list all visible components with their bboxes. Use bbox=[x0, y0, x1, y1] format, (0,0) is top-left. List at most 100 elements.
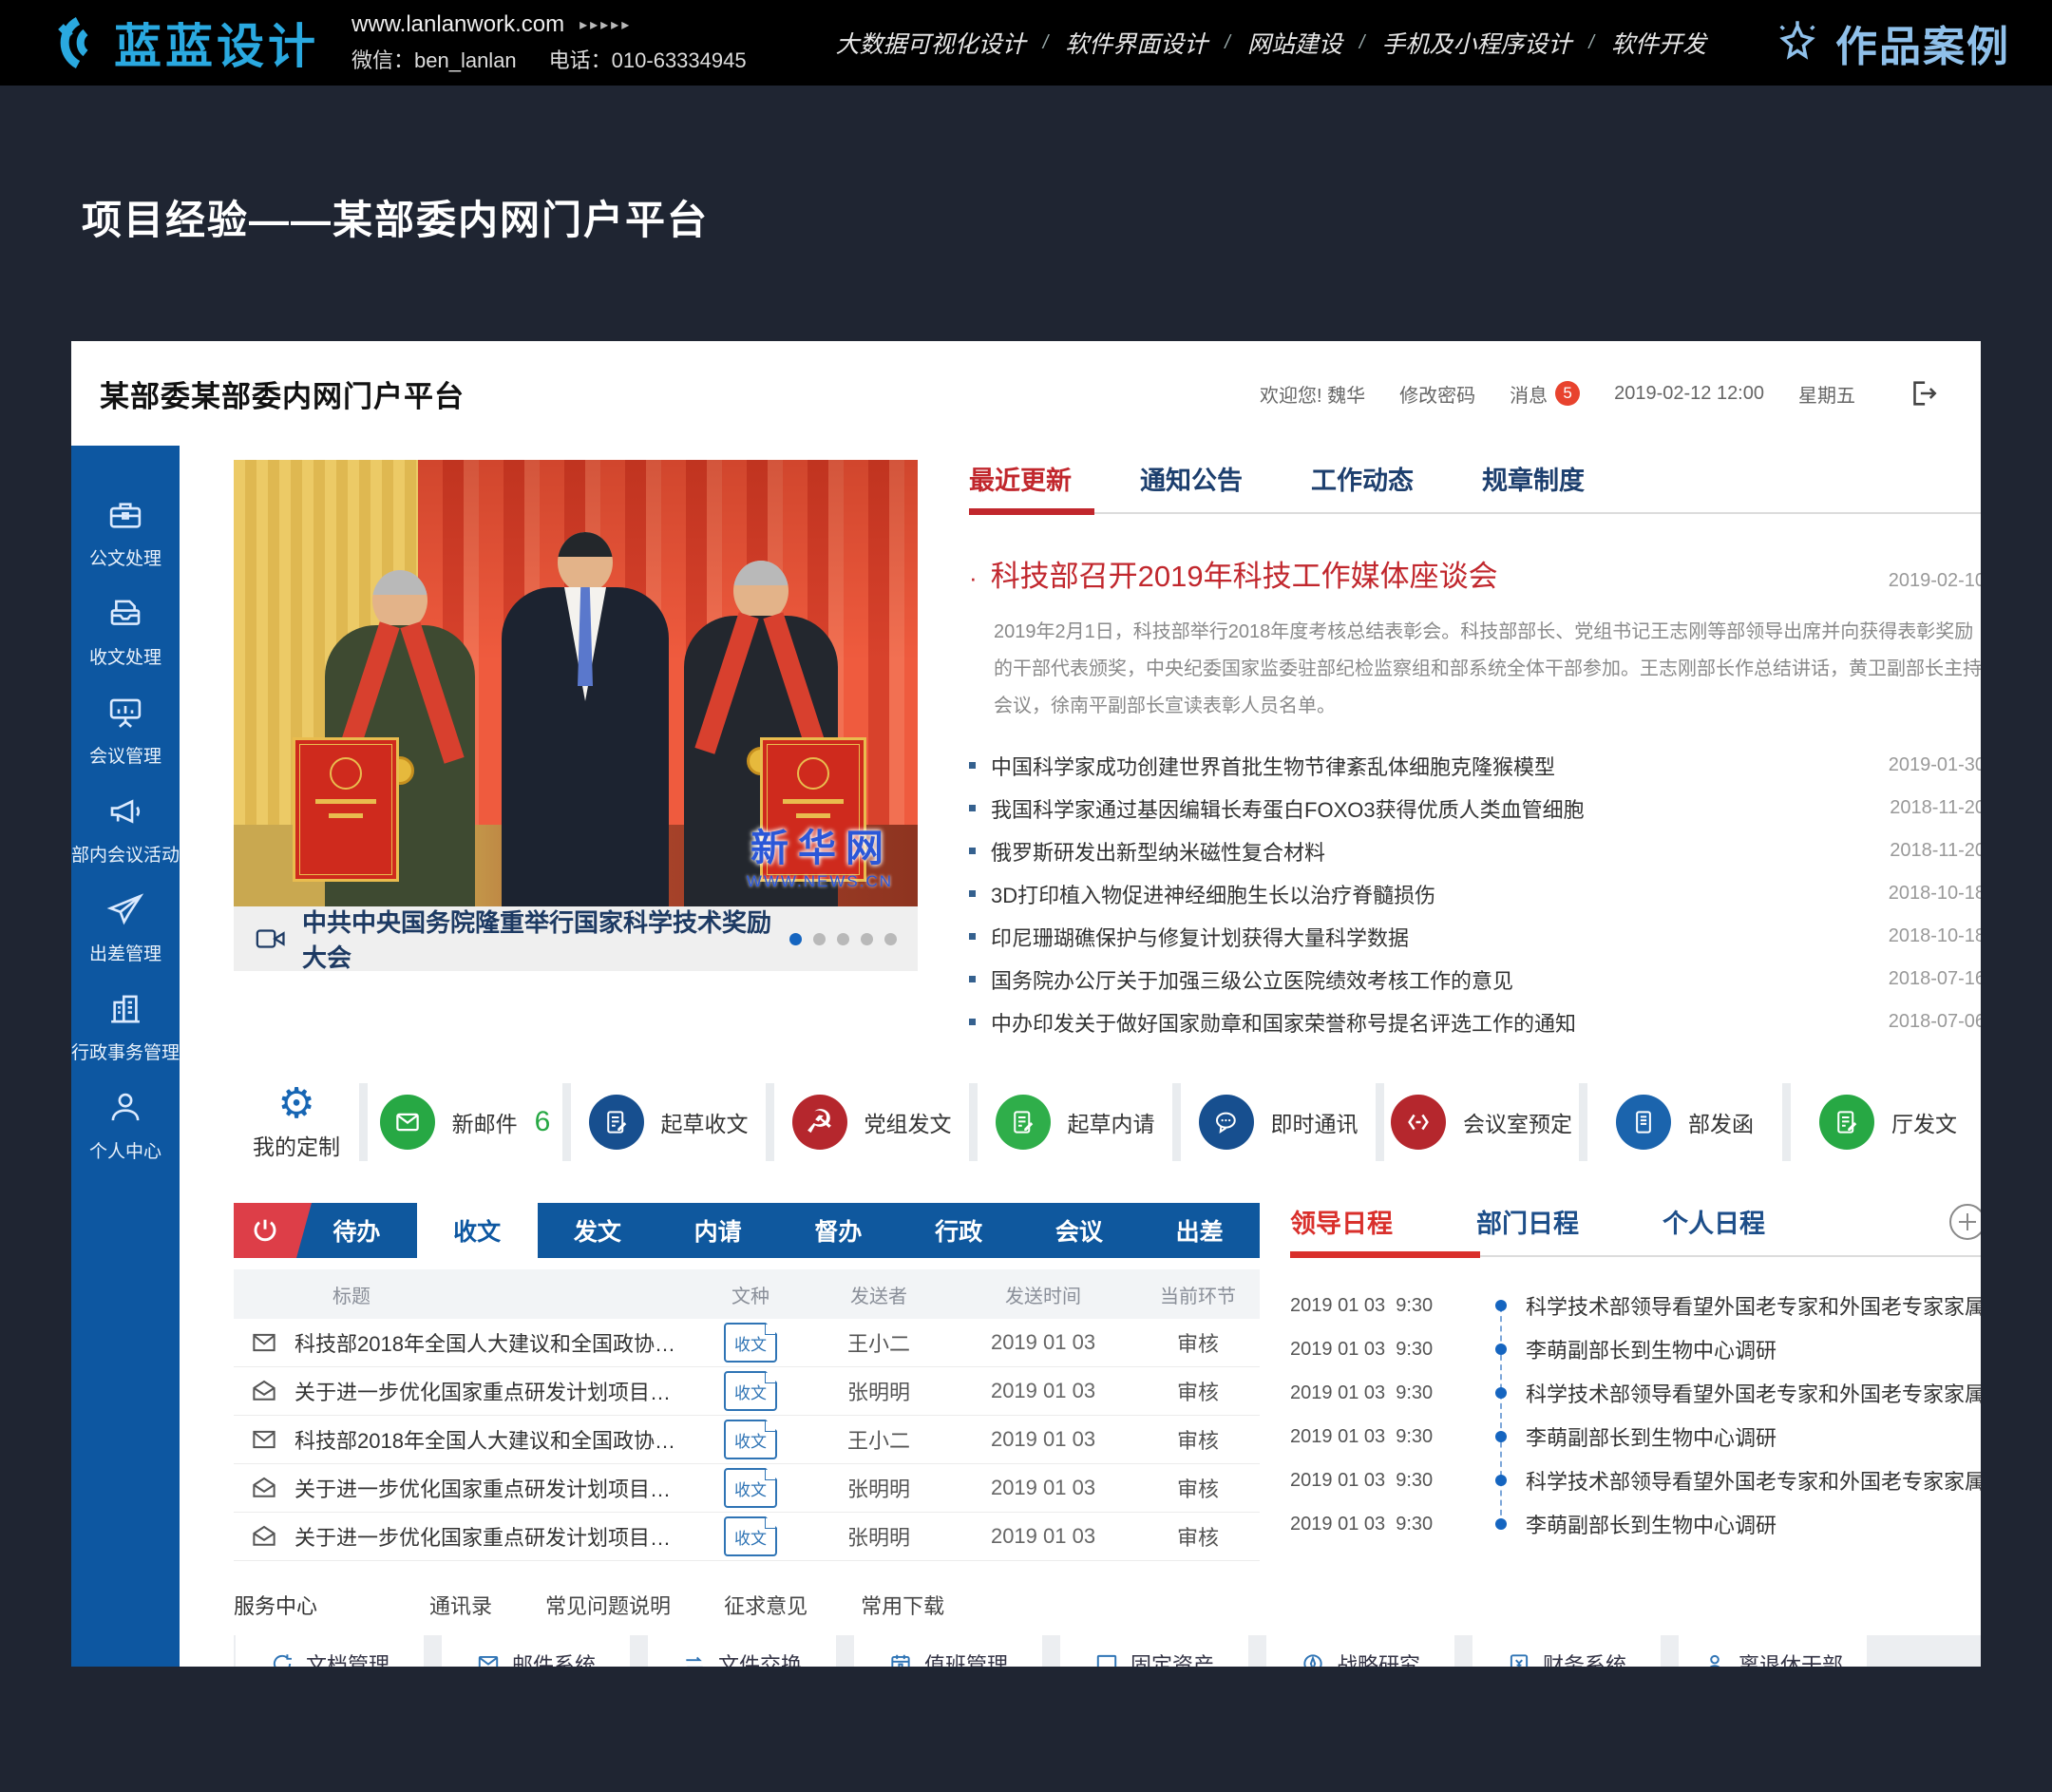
weekday-text: 星期五 bbox=[1798, 380, 1855, 408]
tab-supervision[interactable]: 督办 bbox=[778, 1203, 899, 1258]
schedule-entry-title[interactable]: 李萌副部长到生物中心调研 bbox=[1526, 1421, 1776, 1452]
carousel-dot[interactable] bbox=[813, 933, 826, 945]
news-item-title[interactable]: 中办印发关于做好国家勋章和国家荣誉称号提名评选工作的通知 bbox=[991, 1007, 1576, 1038]
tab-incoming[interactable]: 收文 bbox=[417, 1203, 538, 1269]
bullet-icon bbox=[969, 933, 976, 940]
quick-action-meeting-room-booking[interactable]: 会议室预定 bbox=[1384, 1083, 1579, 1161]
finance-icon bbox=[1507, 1651, 1531, 1667]
quick-action-draft-incoming[interactable]: 起草收文 bbox=[571, 1083, 766, 1161]
table-row[interactable]: 科技部2018年全国人大建议和全国政协提案办理情况 收文 王小二 2019 01… bbox=[234, 1319, 1260, 1367]
tab-regulations[interactable]: 规章制度 bbox=[1482, 460, 1585, 497]
tab-leader-schedule[interactable]: 领导日程 bbox=[1290, 1203, 1393, 1240]
quick-action-new-mail[interactable]: 新邮件 6 bbox=[368, 1083, 562, 1161]
compass-icon bbox=[1301, 1651, 1325, 1667]
sidebar-item-dept-activities[interactable]: 部内会议活动 bbox=[71, 791, 180, 890]
table-row[interactable]: 关于进一步优化国家重点研发计划项目和资金管理的通知 收文 张明明 2019 01… bbox=[234, 1513, 1260, 1561]
tab-personal-schedule[interactable]: 个人日程 bbox=[1662, 1203, 1765, 1240]
quick-action-dept-letter[interactable]: 部发函 bbox=[1587, 1083, 1782, 1161]
button-mail-system[interactable]: 邮件系统 bbox=[442, 1635, 630, 1667]
news-headline[interactable]: 科技部召开2019年科技工作媒体座谈会 bbox=[991, 552, 1498, 595]
button-file-exchange[interactable]: 文件交换 bbox=[648, 1635, 836, 1667]
carousel-dot[interactable] bbox=[837, 933, 849, 945]
brand[interactable]: 蓝蓝设计 bbox=[42, 9, 319, 77]
brand-name: 蓝蓝设计 bbox=[114, 9, 319, 77]
quick-action-my-customization[interactable]: ⚙ 我的定制 bbox=[234, 1083, 359, 1161]
sidebar-item-business-trip[interactable]: 出差管理 bbox=[71, 890, 180, 989]
sidebar-item-admin-affairs[interactable]: 行政事务管理 bbox=[71, 989, 180, 1088]
button-strategy-research[interactable]: 战略研究 bbox=[1266, 1635, 1454, 1667]
carousel-dot[interactable] bbox=[861, 933, 873, 945]
service-center-label: 服务中心 bbox=[234, 1590, 317, 1620]
tab-internal-request[interactable]: 内请 bbox=[657, 1203, 778, 1258]
news-item-title[interactable]: 3D打印植入物促进神经细胞生长以治疗脊髓损伤 bbox=[991, 879, 1435, 909]
tab-administration[interactable]: 行政 bbox=[899, 1203, 1019, 1258]
tab-dept-schedule[interactable]: 部门日程 bbox=[1476, 1203, 1579, 1240]
person-icon bbox=[1702, 1651, 1727, 1667]
button-document-management[interactable]: 文档管理 bbox=[236, 1635, 424, 1667]
tab-latest-updates[interactable]: 最近更新 bbox=[969, 460, 1072, 497]
link-faq[interactable]: 常见问题说明 bbox=[545, 1590, 671, 1620]
button-duty-management[interactable]: 值班管理 bbox=[854, 1635, 1042, 1667]
news-item-date: 2018-07-16 bbox=[1870, 968, 1981, 990]
video-camera-icon bbox=[255, 925, 287, 953]
schedule-entry-title[interactable]: 李萌副部长到生物中心调研 bbox=[1526, 1334, 1776, 1364]
doc-type-badge: 收文 bbox=[724, 1371, 777, 1411]
carousel: 新华网 WWW.NEWS.CN 中共中央国务院隆重举行国家科学技术奖励大会 bbox=[234, 460, 918, 1043]
change-password-link[interactable]: 修改密码 bbox=[1399, 380, 1475, 408]
button-retired-cadres[interactable]: 离退休干部 bbox=[1679, 1635, 1867, 1667]
mail-closed-icon bbox=[234, 1425, 294, 1454]
carousel-dot[interactable] bbox=[789, 933, 802, 945]
button-fixed-assets[interactable]: 固定资产 bbox=[1060, 1635, 1248, 1667]
schedule-entry-title[interactable]: 李萌副部长到生物中心调研 bbox=[1526, 1509, 1776, 1539]
news-item-title[interactable]: 中国科学家成功创建世界首批生物节律紊乱体细胞克隆猴模型 bbox=[991, 751, 1555, 781]
quick-action-draft-internal[interactable]: 起草内请 bbox=[978, 1083, 1172, 1161]
news-item-title[interactable]: 国务院办公厅关于加强三级公立医院绩效考核工作的意见 bbox=[991, 964, 1513, 995]
presentation-icon bbox=[105, 693, 145, 733]
tab-business-trip[interactable]: 出差 bbox=[1139, 1203, 1260, 1258]
schedule-entry-title[interactable]: 科学技术部领导看望外国老专家和外国老专家家属 bbox=[1526, 1465, 1981, 1496]
messages-count-badge: 5 bbox=[1555, 381, 1580, 406]
button-finance-system[interactable]: 财务系统 bbox=[1472, 1635, 1661, 1667]
news-item-title[interactable]: 俄罗斯研发出新型纳米磁性复合材料 bbox=[991, 836, 1325, 867]
tab-notices[interactable]: 通知公告 bbox=[1140, 460, 1243, 497]
link-feedback[interactable]: 征求意见 bbox=[724, 1590, 808, 1620]
add-schedule-icon[interactable] bbox=[1949, 1204, 1981, 1240]
table-row[interactable]: 关于进一步优化国家重点研发计划项目和资金管理的通知 收文 张明明 2019 01… bbox=[234, 1464, 1260, 1513]
carousel-photo[interactable]: 新华网 WWW.NEWS.CN bbox=[234, 460, 918, 906]
messages-link[interactable]: 消息 5 bbox=[1510, 380, 1580, 408]
link-contacts[interactable]: 通讯录 bbox=[429, 1590, 492, 1620]
news-item-title[interactable]: 我国科学家通过基因编辑长寿蛋白FOXO3获得优质人类血管细胞 bbox=[991, 793, 1585, 824]
table-row[interactable]: 关于进一步优化国家重点研发计划项目和资金管理的通知 收文 张明明 2019 01… bbox=[234, 1367, 1260, 1416]
portfolio-link[interactable]: 作品案例 bbox=[1773, 12, 2010, 73]
sidebar-item-incoming-docs[interactable]: 收文处理 bbox=[71, 594, 180, 693]
schedule-entry-title[interactable]: 科学技术部领导看望外国老专家和外国老专家家属 bbox=[1526, 1378, 1981, 1408]
schedule-entry: 2019 01 03 9:30 李萌副部长到生物中心调研 bbox=[1290, 1327, 1981, 1371]
quick-action-instant-messaging[interactable]: 即时通讯 bbox=[1181, 1083, 1376, 1161]
quick-action-party-docs[interactable]: ☭ 党组发文 bbox=[774, 1083, 969, 1161]
tab-todo[interactable]: 待办 bbox=[296, 1203, 417, 1258]
service-item: 手机及小程序设计 bbox=[1381, 26, 1571, 60]
bullet-icon bbox=[969, 890, 976, 897]
link-downloads[interactable]: 常用下载 bbox=[861, 1590, 944, 1620]
table-row[interactable]: 科技部2018年全国人大建议和全国政协提案办理情况 收文 王小二 2019 01… bbox=[234, 1416, 1260, 1464]
col-doc-type: 文种 bbox=[694, 1281, 808, 1308]
messages-label: 消息 bbox=[1510, 380, 1548, 408]
schedule-entry-title[interactable]: 科学技术部领导看望外国老专家和外国老专家家属 bbox=[1526, 1290, 1981, 1321]
tab-work-trends[interactable]: 工作动态 bbox=[1311, 460, 1414, 497]
sidebar-item-meeting-management[interactable]: 会议管理 bbox=[71, 693, 180, 791]
user-bar: 欢迎您! 魏华 修改密码 消息 5 2019-02-12 12:00 星期五 bbox=[1260, 377, 1939, 410]
tab-meeting[interactable]: 会议 bbox=[1019, 1203, 1140, 1258]
carousel-dot[interactable] bbox=[884, 933, 897, 945]
sidebar-item-document-processing[interactable]: 公文处理 bbox=[71, 495, 180, 594]
quick-action-office-docs[interactable]: 厅发文 bbox=[1791, 1083, 1981, 1161]
timeline-dot-icon bbox=[1495, 1518, 1507, 1530]
photo-certificate bbox=[293, 737, 399, 882]
logout-icon[interactable] bbox=[1907, 377, 1939, 410]
site-url[interactable]: www.lanlanwork.com bbox=[352, 11, 564, 38]
sidebar-item-personal-center[interactable]: 个人中心 bbox=[71, 1088, 180, 1187]
sidebar-item-label: 部内会议活动 bbox=[71, 841, 180, 867]
news-item-title[interactable]: 印尼珊瑚礁保护与修复计划获得大量科学数据 bbox=[991, 922, 1409, 952]
mail-open-icon bbox=[234, 1522, 294, 1551]
carousel-caption[interactable]: 中共中央国务院隆重举行国家科学技术奖励大会 bbox=[302, 904, 774, 974]
tab-outgoing[interactable]: 发文 bbox=[538, 1203, 658, 1258]
